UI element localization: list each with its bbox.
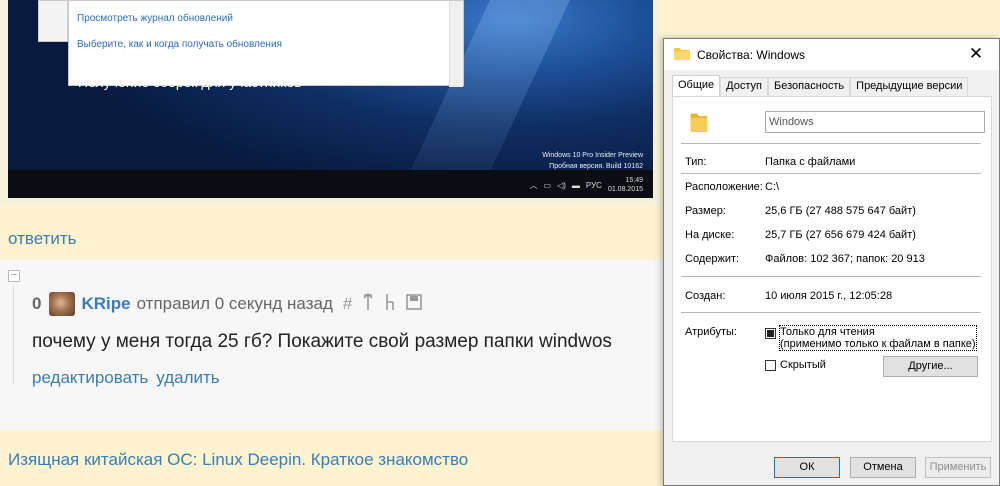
dialog-title: Свойства: Windows bbox=[697, 48, 806, 62]
type-label: Тип: bbox=[685, 156, 707, 168]
cut-off-heading: Получение сборок для участников bbox=[78, 74, 302, 90]
updates-log-link: Просмотреть журнал обновлений bbox=[77, 13, 233, 24]
comment-author[interactable]: KRipe bbox=[81, 294, 130, 314]
size-label: Размер: bbox=[685, 205, 726, 217]
system-tray: ︿ ▭ ◁) ▬ РУС 15:49 01.08.2015 bbox=[530, 176, 643, 194]
avatar[interactable] bbox=[49, 292, 76, 316]
created-value: 10 июля 2015 г., 12:05:28 bbox=[765, 290, 893, 302]
contains-value: Файлов: 102 367; папок: 20 913 bbox=[765, 253, 925, 265]
window-scrollbar bbox=[449, 1, 463, 87]
notification-icon: ▬ bbox=[571, 180, 580, 190]
tab-strip: Общие Доступ Безопасность Предыдущие вер… bbox=[672, 75, 969, 96]
clock-date: 01.08.2015 bbox=[607, 186, 643, 193]
language-indicator: РУС bbox=[585, 180, 602, 190]
parent-link-icon[interactable] bbox=[362, 292, 374, 316]
readonly-checkbox[interactable] bbox=[765, 328, 776, 339]
next-topic-link[interactable]: Изящная китайская ОС: Linux Deepin. Крат… bbox=[8, 450, 468, 470]
folder-icon bbox=[674, 48, 690, 60]
permalink-icon[interactable]: # bbox=[343, 294, 352, 314]
separator bbox=[681, 312, 981, 313]
comment-text: почему у меня тогда 25 гб? Покажите свой… bbox=[32, 331, 612, 352]
readonly-label-line-2: (применимо только к файлам в папке) bbox=[780, 338, 976, 350]
created-label: Создан: bbox=[685, 290, 726, 302]
thread-line bbox=[13, 285, 14, 385]
apply-button[interactable]: Применить bbox=[925, 457, 991, 478]
save-icon[interactable] bbox=[406, 293, 423, 315]
edit-link[interactable]: редактировать bbox=[32, 368, 148, 388]
attributes-label: Атрибуты: bbox=[685, 326, 737, 338]
thread-down-icon[interactable] bbox=[384, 293, 396, 316]
comment-actions: редактировать удалить bbox=[32, 368, 220, 388]
delete-link[interactable]: удалить bbox=[156, 368, 219, 388]
network-icon: ▭ bbox=[543, 180, 552, 190]
hidden-checkbox[interactable] bbox=[765, 360, 776, 371]
location-label: Расположение: bbox=[685, 181, 763, 193]
cancel-button[interactable]: Отмена bbox=[850, 457, 916, 478]
ok-button[interactable]: ОК bbox=[774, 457, 840, 478]
tab-sharing[interactable]: Доступ bbox=[720, 77, 768, 96]
background-window bbox=[38, 0, 68, 42]
size-value: 25,6 ГБ (27 488 575 647 байт) bbox=[765, 205, 916, 217]
tab-security[interactable]: Безопасность bbox=[767, 77, 851, 96]
size-on-disk-value: 25,7 ГБ (27 656 679 424 байт) bbox=[765, 229, 916, 241]
reply-link[interactable]: ответить bbox=[8, 229, 77, 249]
embedded-screenshot: Просмотреть журнал обновлений Выберите, … bbox=[0, 0, 660, 206]
collapse-comment-button[interactable]: − bbox=[8, 270, 20, 282]
contains-label: Содержит: bbox=[685, 253, 740, 265]
hidden-label[interactable]: Скрытый bbox=[780, 359, 826, 371]
tab-previous-versions[interactable]: Предыдущие версии bbox=[850, 77, 969, 96]
properties-dialog: Свойства: Windows ✕ Общие Доступ Безопас… bbox=[663, 38, 1000, 486]
general-panel: Windows Тип: Папка с файлами Расположени… bbox=[672, 96, 992, 442]
location-value: C:\ bbox=[765, 181, 780, 193]
separator bbox=[681, 143, 981, 144]
close-icon[interactable]: ✕ bbox=[953, 39, 999, 70]
advanced-button[interactable]: Другие... bbox=[883, 356, 978, 377]
folder-name-input[interactable]: Windows bbox=[765, 111, 985, 133]
volume-icon: ◁) bbox=[557, 180, 566, 190]
comment-header: 0 KRipe отправил 0 секунд назад # bbox=[32, 292, 423, 316]
update-choice-link: Выберите, как и когда получать обновлени… bbox=[77, 39, 282, 50]
windows-desktop-image: Просмотреть журнал обновлений Выберите, … bbox=[8, 0, 653, 198]
clock: 15:49 01.08.2015 bbox=[608, 176, 643, 194]
separator bbox=[681, 276, 981, 277]
watermark-line-1: Windows 10 Pro Insider Preview bbox=[542, 152, 643, 159]
size-on-disk-label: На диске: bbox=[685, 229, 735, 241]
readonly-label-line-1: Только для чтения bbox=[780, 326, 875, 338]
tab-general[interactable]: Общие bbox=[672, 75, 721, 96]
insider-watermark: Windows 10 Pro Insider Preview Пробная в… bbox=[542, 150, 643, 172]
taskbar: ︿ ▭ ◁) ▬ РУС 15:49 01.08.2015 bbox=[8, 170, 653, 198]
readonly-label[interactable]: Только для чтения (применимо только к фа… bbox=[779, 325, 977, 351]
large-folder-icon bbox=[690, 113, 708, 132]
separator bbox=[681, 173, 981, 174]
comment-score: 0 bbox=[32, 294, 42, 313]
clock-time: 15:49 bbox=[625, 177, 643, 184]
tray-up-arrow-icon: ︿ bbox=[529, 180, 538, 190]
dialog-titlebar[interactable]: Свойства: Windows ✕ bbox=[664, 39, 999, 70]
comment-meta: отправил 0 секунд назад bbox=[136, 294, 333, 313]
type-value: Папка с файлами bbox=[765, 156, 856, 168]
